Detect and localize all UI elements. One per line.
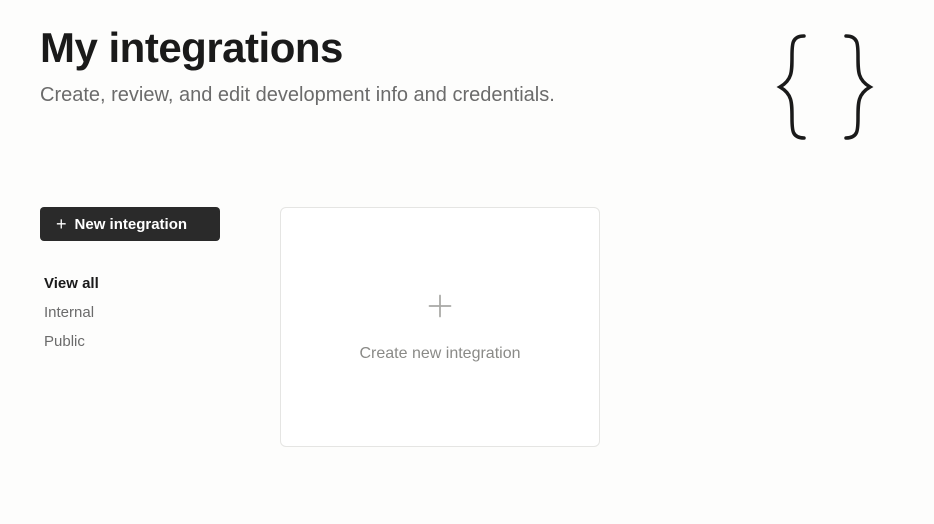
new-integration-button[interactable]: + New integration bbox=[40, 207, 220, 241]
main-content: Create new integration bbox=[280, 207, 894, 447]
content-area: + New integration View all Internal Publ… bbox=[40, 207, 894, 447]
page-title: My integrations bbox=[40, 24, 555, 72]
create-card-label: Create new integration bbox=[360, 345, 521, 363]
create-integration-card[interactable]: Create new integration bbox=[280, 207, 600, 447]
sidebar: + New integration View all Internal Publ… bbox=[40, 207, 220, 447]
plus-icon: + bbox=[56, 215, 67, 233]
new-integration-label: New integration bbox=[75, 216, 188, 233]
curly-braces-icon bbox=[774, 32, 876, 147]
filter-view-all[interactable]: View all bbox=[40, 269, 220, 298]
header-text: My integrations Create, review, and edit… bbox=[40, 24, 555, 110]
plus-icon bbox=[426, 292, 454, 325]
page-header: My integrations Create, review, and edit… bbox=[40, 24, 894, 147]
filter-internal[interactable]: Internal bbox=[40, 298, 220, 327]
filter-list: View all Internal Public bbox=[40, 269, 220, 356]
filter-public[interactable]: Public bbox=[40, 327, 220, 356]
page-subtitle: Create, review, and edit development inf… bbox=[40, 80, 555, 110]
